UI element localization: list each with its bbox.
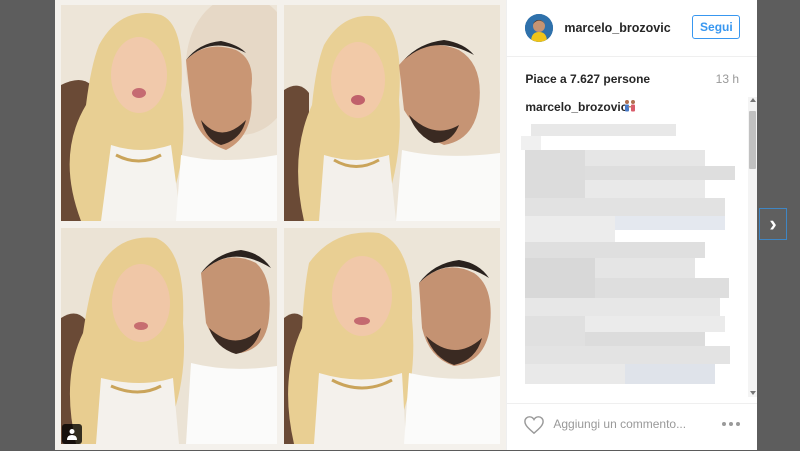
likes-count[interactable]: Piace a 7.627 persone bbox=[525, 72, 650, 86]
pixelated-block bbox=[525, 364, 626, 384]
photo-panel-2 bbox=[284, 5, 500, 221]
pixelated-block bbox=[525, 216, 616, 242]
pixelated-block bbox=[585, 180, 706, 198]
pixelated-block bbox=[595, 258, 696, 278]
user-tag-icon[interactable] bbox=[62, 424, 82, 444]
photo-panel-1-image bbox=[61, 5, 277, 221]
post-photo[interactable] bbox=[55, 0, 507, 450]
next-post-button[interactable]: › bbox=[759, 208, 787, 240]
pixelated-block bbox=[525, 150, 586, 198]
dot bbox=[722, 422, 727, 426]
chevron-right-icon: › bbox=[769, 211, 777, 236]
pixelated-block bbox=[585, 332, 706, 346]
scroll-down-icon[interactable] bbox=[750, 391, 757, 395]
pixelated-block bbox=[521, 136, 542, 150]
couple-emoji-icon bbox=[625, 100, 636, 112]
username-link[interactable]: marcelo_brozovic bbox=[564, 21, 670, 35]
photo-panel-2-image bbox=[284, 5, 500, 221]
pixelated-block bbox=[595, 278, 730, 298]
pixelated-block bbox=[585, 150, 706, 166]
scroll-up-icon[interactable] bbox=[750, 98, 757, 102]
post-modal: marcelo_brozovic Segui Piace a 7.627 per… bbox=[55, 0, 758, 451]
photo-panel-3 bbox=[61, 228, 277, 444]
dot bbox=[729, 422, 734, 426]
avatar[interactable] bbox=[525, 14, 554, 42]
pixelated-block bbox=[525, 242, 706, 258]
heart-icon[interactable] bbox=[523, 415, 545, 435]
pixelated-block bbox=[525, 258, 596, 298]
post-sidebar: marcelo_brozovic Segui Piace a 7.627 per… bbox=[506, 0, 758, 451]
photo-panel-3-image bbox=[61, 228, 277, 444]
pixelated-block bbox=[525, 346, 731, 364]
pixelated-block bbox=[525, 316, 586, 346]
avatar-image bbox=[525, 14, 554, 42]
pixelated-block bbox=[615, 216, 726, 230]
pixelated-block bbox=[585, 166, 736, 180]
more-options-icon[interactable] bbox=[722, 418, 744, 430]
dot bbox=[736, 422, 741, 426]
post-timestamp[interactable]: 13 h bbox=[716, 72, 739, 86]
comment-input[interactable] bbox=[553, 417, 694, 431]
comments-list-pixelated[interactable] bbox=[521, 120, 737, 395]
user-tag-glyph bbox=[67, 429, 77, 440]
pixelated-block bbox=[625, 364, 716, 384]
pixelated-block bbox=[525, 198, 726, 216]
photo-panel-4 bbox=[284, 228, 500, 444]
photo-panel-1 bbox=[61, 5, 277, 221]
instagram-post-viewer: marcelo_brozovic Segui Piace a 7.627 per… bbox=[0, 0, 800, 450]
pixelated-block bbox=[525, 298, 721, 316]
comments-scrollbar[interactable] bbox=[748, 97, 758, 397]
caption-username[interactable]: marcelo_brozovic bbox=[525, 100, 627, 114]
pixelated-block bbox=[531, 124, 677, 136]
scroll-thumb[interactable] bbox=[749, 111, 757, 169]
photo-panel-4-image bbox=[284, 228, 500, 444]
follow-button[interactable]: Segui bbox=[692, 15, 741, 39]
post-footer bbox=[507, 403, 757, 451]
pixelated-block bbox=[585, 316, 726, 332]
post-header: marcelo_brozovic Segui bbox=[507, 0, 757, 57]
